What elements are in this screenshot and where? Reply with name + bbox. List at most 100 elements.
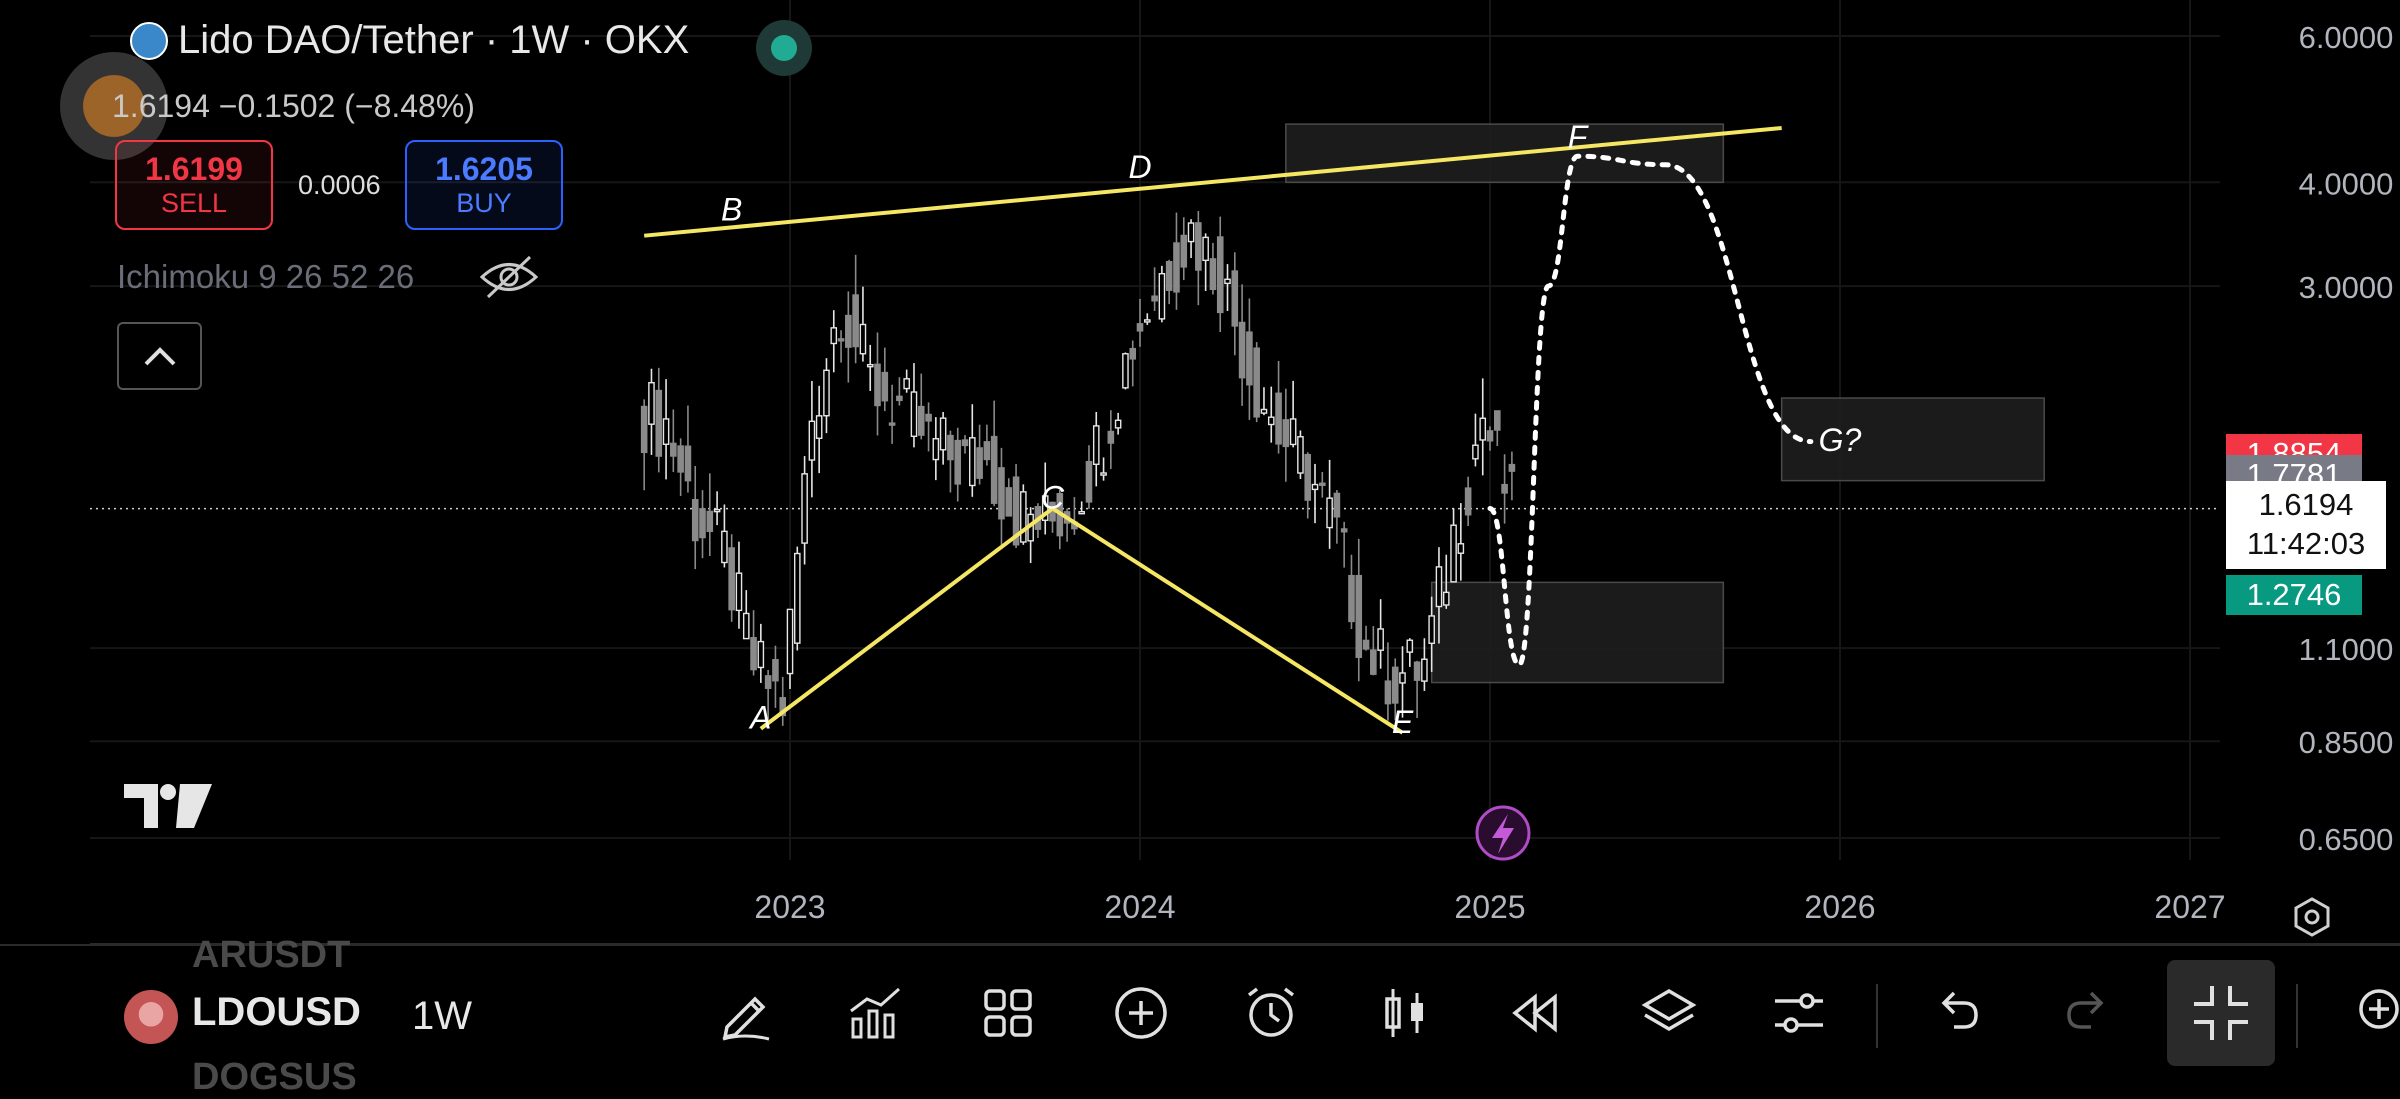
candle-body	[735, 572, 743, 612]
candle-body	[1384, 680, 1392, 705]
candle-body	[925, 413, 932, 422]
candle-body	[1260, 408, 1268, 414]
price-tick-label: 6.0000	[2299, 20, 2394, 55]
candle-body	[757, 640, 765, 669]
candle-body	[1129, 347, 1137, 360]
candle-body	[721, 530, 728, 564]
candle-body	[1508, 463, 1516, 472]
price-chart[interactable]: A B C D E F G? 6.0000 4.0000 3.0000 1.1000 0.8500 0…	[0, 0, 2400, 1080]
candle-body	[1333, 492, 1341, 518]
candle-body	[1326, 497, 1333, 529]
candle-body	[1450, 524, 1457, 583]
candle-body	[677, 445, 684, 473]
candle-body	[1020, 491, 1027, 543]
exit-fullscreen-button[interactable]	[2167, 960, 2275, 1066]
wave-label: A	[748, 700, 771, 736]
candle-body	[910, 391, 918, 437]
candle-body	[1304, 453, 1312, 501]
symbol-icon	[124, 990, 178, 1044]
symbol-next[interactable]: DOGSUS	[192, 1056, 357, 1099]
market-status-icon[interactable]	[756, 20, 812, 76]
settings-icon[interactable]	[2294, 897, 2330, 937]
candle-body	[1100, 472, 1107, 476]
collapse-legend-button[interactable]	[117, 322, 202, 390]
symbol-current[interactable]: LDOUSD	[192, 990, 361, 1035]
candle-body	[990, 435, 998, 504]
candle-body	[1362, 639, 1370, 650]
buy-button[interactable]: 1.6205 BUY	[405, 140, 563, 230]
sell-button[interactable]: 1.6199 SELL	[115, 140, 273, 230]
gear-hexagon	[2294, 897, 2330, 937]
candle-body	[845, 314, 852, 348]
chevron-up-icon	[144, 347, 175, 366]
candle-body	[1107, 430, 1115, 444]
indicators-button[interactable]	[842, 980, 908, 1046]
candle-body	[932, 438, 940, 461]
current-price: 1.6194	[2258, 486, 2354, 522]
candle-body	[691, 499, 699, 542]
candle-body	[1377, 628, 1384, 651]
candle-body	[983, 441, 991, 461]
candle-body	[888, 422, 896, 426]
symbol-prev[interactable]: ARUSDT	[192, 934, 350, 977]
add-button[interactable]	[1108, 980, 1174, 1046]
chart-indicator-icon	[850, 987, 900, 1039]
candle-body	[976, 447, 983, 479]
redo-icon	[2067, 991, 2104, 1029]
candle-body	[815, 415, 823, 439]
add-alert-button[interactable]	[2346, 980, 2400, 1046]
candle-body	[1143, 319, 1151, 323]
draw-tool-button[interactable]	[712, 980, 778, 1046]
pencil-icon	[722, 996, 770, 1041]
candle-body	[1238, 321, 1246, 379]
candle-body	[1442, 591, 1450, 606]
candle-body	[662, 418, 670, 445]
candle-body	[866, 363, 874, 368]
sell-price: 1.6199	[145, 151, 243, 187]
settings-sliders-button[interactable]	[1766, 980, 1832, 1046]
tradingview-logo-icon	[124, 784, 212, 828]
price-tick-label: 4.0000	[2299, 166, 2394, 201]
wave-label: D	[1128, 149, 1151, 185]
candle-body	[1267, 416, 1275, 426]
eye-off-icon[interactable]	[478, 252, 540, 302]
sell-label: SELL	[160, 188, 228, 218]
candle-body	[874, 363, 881, 407]
undo-button[interactable]	[1923, 980, 1989, 1046]
interval-button[interactable]: 1W	[412, 994, 472, 1039]
candle-body	[786, 608, 794, 675]
candle-body	[1457, 543, 1465, 554]
candle-body	[1413, 661, 1421, 681]
candle-body	[648, 382, 655, 425]
candle-body	[837, 338, 845, 342]
replay-button[interactable]	[1502, 980, 1568, 1046]
candle-body	[1085, 460, 1093, 503]
candles-icon	[1385, 989, 1423, 1037]
bulb-plus-icon	[2359, 989, 2399, 1029]
candle-body	[640, 405, 648, 454]
price-change: 1.6194 −0.1502 (−8.48%)	[112, 88, 475, 124]
wave-label: F	[1568, 119, 1590, 155]
object-tree-button[interactable]	[1636, 980, 1702, 1046]
layouts-button[interactable]	[975, 980, 1041, 1046]
chart-title[interactable]: Lido DAO/Tether · 1W · OKX	[178, 18, 689, 63]
price-tick-label: 0.6500	[2299, 822, 2394, 857]
indicator-legend[interactable]: Ichimoku 9 26 52 26	[117, 258, 414, 296]
candle-body	[1275, 392, 1282, 445]
sliders-icon	[1775, 993, 1823, 1033]
candle-body	[808, 420, 816, 461]
chart-type-button[interactable]	[1372, 980, 1438, 1046]
lightning-icon[interactable]	[1475, 805, 1531, 861]
alert-button[interactable]	[1238, 980, 1304, 1046]
candle-body	[1195, 222, 1202, 271]
candle-body	[728, 547, 735, 611]
candle-body	[823, 369, 830, 417]
time-axis: 2023 2024 2025 2026 2027	[754, 889, 2225, 925]
time-tick-label: 2025	[1454, 889, 1525, 925]
current-price-tag: 1.6194 11:42:03	[2226, 480, 2386, 569]
toolbar-divider	[2296, 984, 2298, 1048]
candle-body	[1421, 658, 1428, 682]
candle-body	[1355, 574, 1363, 658]
price-tick-label: 1.1000	[2299, 632, 2394, 667]
redo-button[interactable]	[2056, 980, 2122, 1046]
